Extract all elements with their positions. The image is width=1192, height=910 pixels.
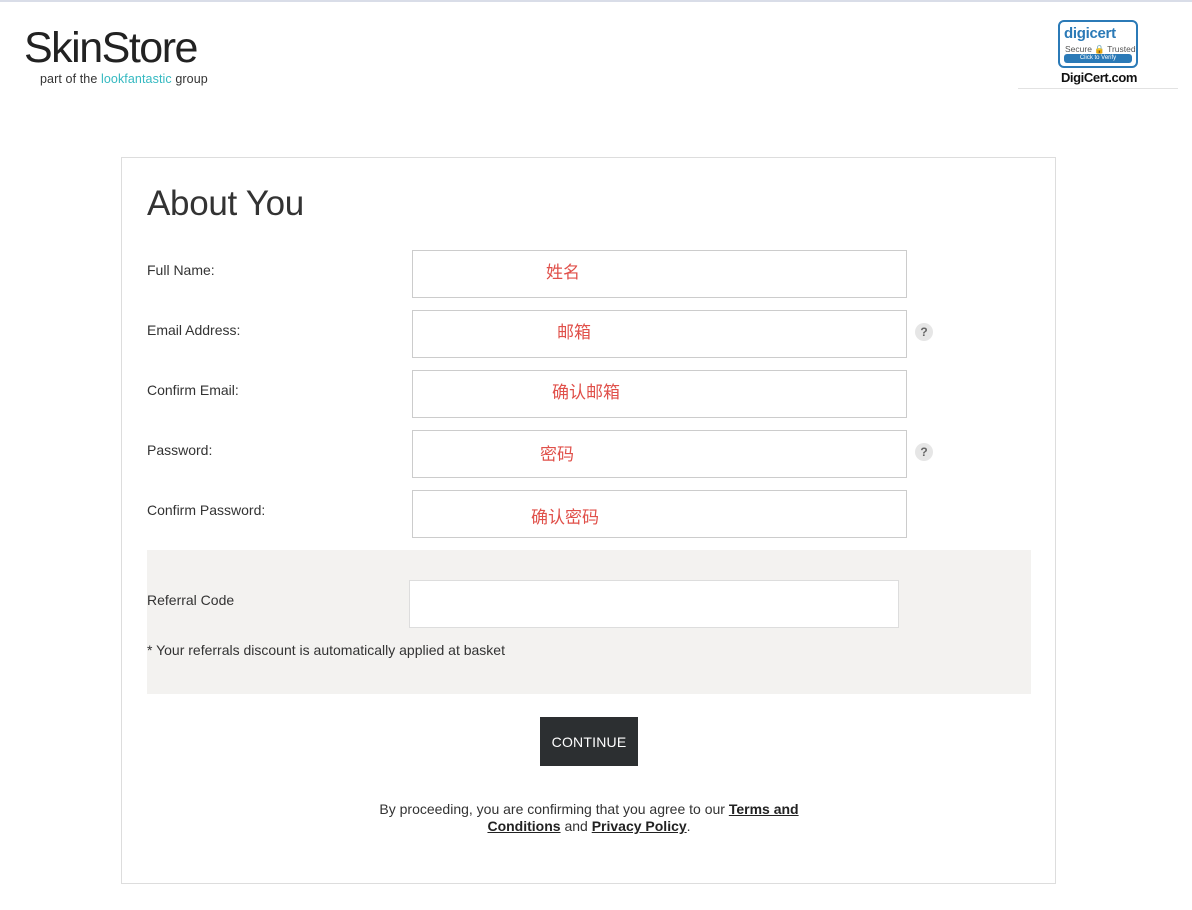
referral-note: * Your referrals discount is automatical… <box>147 642 505 658</box>
email-row: Email Address: 邮箱 ? <box>147 310 1007 358</box>
full-name-value: 姓名 <box>546 263 580 283</box>
top-border <box>0 0 1192 3</box>
password-help-icon[interactable]: ? <box>915 443 933 461</box>
digicert-badge[interactable]: digicert Secure 🔒 Trusted Click to Verif… <box>1058 20 1138 68</box>
referral-section: Referral Code * Your referrals discount … <box>147 550 1031 694</box>
confirm-password-row: Confirm Password: 确认密码 <box>147 490 1007 538</box>
confirm-password-input[interactable]: 确认密码 <box>412 490 907 538</box>
continue-button[interactable]: CONTINUE <box>540 717 638 766</box>
password-row: Password: 密码 ? <box>147 430 1007 478</box>
password-label: Password: <box>147 442 213 458</box>
digicert-seal[interactable]: digicert Secure 🔒 Trusted Click to Verif… <box>1058 20 1140 85</box>
email-label: Email Address: <box>147 322 241 338</box>
digicert-domain[interactable]: DigiCert.com <box>1058 70 1140 85</box>
digicert-brand: digicert <box>1064 25 1116 42</box>
referral-code-input[interactable] <box>409 580 899 628</box>
logo-tagline: part of the lookfantastic group <box>40 72 208 86</box>
confirm-email-row: Confirm Email: 确认邮箱 <box>147 370 1007 418</box>
header-divider <box>1018 88 1178 89</box>
about-you-card: About You Full Name: 姓名 Email Address: 邮… <box>121 157 1056 884</box>
logo-tagline-brand: lookfantastic <box>100 72 172 86</box>
logo-wordmark: SkinStore <box>24 24 198 72</box>
full-name-label: Full Name: <box>147 262 215 278</box>
password-input[interactable]: 密码 <box>412 430 907 478</box>
legal-middle: and <box>560 818 592 834</box>
full-name-input[interactable]: 姓名 <box>412 250 907 298</box>
full-name-row: Full Name: 姓名 <box>147 250 1007 298</box>
confirm-email-label: Confirm Email: <box>147 382 239 398</box>
skinstore-logo[interactable]: SkinStore part of the lookfantastic grou… <box>24 26 208 86</box>
digicert-verify-text: Click to Verify <box>1064 54 1132 63</box>
password-value: 密码 <box>540 445 574 465</box>
email-input[interactable]: 邮箱 <box>412 310 907 358</box>
confirm-password-label: Confirm Password: <box>147 502 266 518</box>
confirm-email-value: 确认邮箱 <box>552 383 620 403</box>
confirm-email-input[interactable]: 确认邮箱 <box>412 370 907 418</box>
legal-suffix: . <box>686 818 691 834</box>
privacy-policy-link[interactable]: Privacy Policy <box>592 818 687 834</box>
legal-prefix: By proceeding, you are confirming that y… <box>379 801 729 817</box>
referral-code-label: Referral Code <box>147 592 235 608</box>
logo-tagline-suffix: group <box>171 72 208 86</box>
legal-notice: By proceeding, you are confirming that y… <box>377 801 801 835</box>
email-help-icon[interactable]: ? <box>915 323 933 341</box>
email-value: 邮箱 <box>557 323 591 343</box>
page-title: About You <box>147 184 304 223</box>
confirm-password-value: 确认密码 <box>531 508 599 528</box>
logo-tagline-prefix: part of the <box>40 72 101 86</box>
